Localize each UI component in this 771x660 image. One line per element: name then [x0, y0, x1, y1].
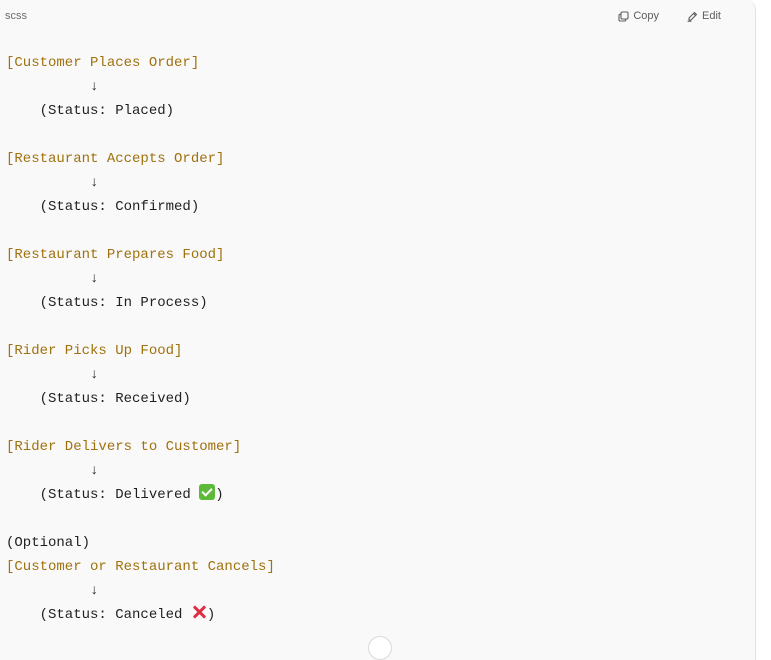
- copy-icon: [618, 10, 629, 22]
- code-line-text: [Customer Places Order]: [6, 55, 200, 71]
- code-line-bracket: [Restaurant Accepts Order]: [6, 147, 755, 171]
- code-line-bracket: [Rider Picks Up Food]: [6, 339, 755, 363]
- cross-mark-emoji: [191, 604, 207, 620]
- code-line-status: (Status: Canceled ): [6, 603, 755, 627]
- code-content: [Customer Places Order] ↓ (Status: Place…: [0, 36, 755, 627]
- code-line-text: ↓: [6, 583, 99, 599]
- code-line-text: (Status: Received): [6, 391, 191, 407]
- code-block: scss Copy Edit [Customer Places Order] ↓…: [0, 0, 756, 660]
- code-line-text: [Restaurant Prepares Food]: [6, 247, 225, 263]
- code-line-status: (Status: Placed): [6, 99, 755, 123]
- code-line-text: (Status: In Process): [6, 295, 208, 311]
- code-line-text: (Optional): [6, 535, 91, 551]
- code-line-text: [Rider Delivers to Customer]: [6, 439, 242, 455]
- code-line-text: (Status: Canceled: [6, 607, 191, 623]
- code-line-text: ↓: [6, 271, 99, 287]
- code-line-text: ↓: [6, 367, 99, 383]
- code-line-status: (Status: Received): [6, 387, 755, 411]
- code-line-status: (Status: Delivered ): [6, 483, 755, 507]
- code-line-suffix: ): [206, 607, 216, 623]
- code-line-text: [Customer or Restaurant Cancels]: [6, 559, 275, 575]
- edit-button-label: Edit: [702, 10, 721, 22]
- edit-button[interactable]: Edit: [687, 10, 721, 22]
- code-line-bracket: [Customer Places Order]: [6, 51, 755, 75]
- edit-icon: [687, 11, 698, 22]
- code-line-text: (Status: Delivered: [6, 487, 200, 503]
- code-block-header: scss Copy Edit: [0, 0, 755, 36]
- code-line-arrow: ↓: [6, 363, 755, 387]
- code-line-text: [Restaurant Accepts Order]: [6, 151, 225, 167]
- code-line-text: ↓: [6, 79, 99, 95]
- code-line-bracket: [Restaurant Prepares Food]: [6, 243, 755, 267]
- code-line-text: (Status: Placed): [6, 103, 175, 119]
- copy-button-label: Copy: [633, 10, 660, 22]
- code-line-arrow: ↓: [6, 579, 755, 603]
- code-line-arrow: ↓: [6, 75, 755, 99]
- code-line-text: [Rider Picks Up Food]: [6, 343, 183, 359]
- code-line-bracket: [Rider Delivers to Customer]: [6, 435, 755, 459]
- code-line-arrow: ↓: [6, 267, 755, 291]
- code-line-text: ↓: [6, 463, 99, 479]
- code-line-suffix: ): [215, 487, 224, 503]
- code-line-bracket: [Customer or Restaurant Cancels]: [6, 555, 755, 579]
- check-mark-emoji: [199, 484, 216, 500]
- code-block-actions: Copy Edit: [618, 10, 721, 22]
- code-line-text: ↓: [6, 175, 99, 191]
- code-language-label: scss: [5, 10, 27, 22]
- code-line-plain: (Optional): [6, 531, 755, 555]
- copy-button[interactable]: Copy: [618, 10, 659, 22]
- code-line-status: (Status: In Process): [6, 291, 755, 315]
- code-line-arrow: ↓: [6, 459, 755, 483]
- code-line-text: (Status: Confirmed): [6, 199, 200, 215]
- code-line-status: (Status: Confirmed): [6, 195, 755, 219]
- code-line-arrow: ↓: [6, 171, 755, 195]
- scroll-down-button[interactable]: [368, 636, 392, 660]
